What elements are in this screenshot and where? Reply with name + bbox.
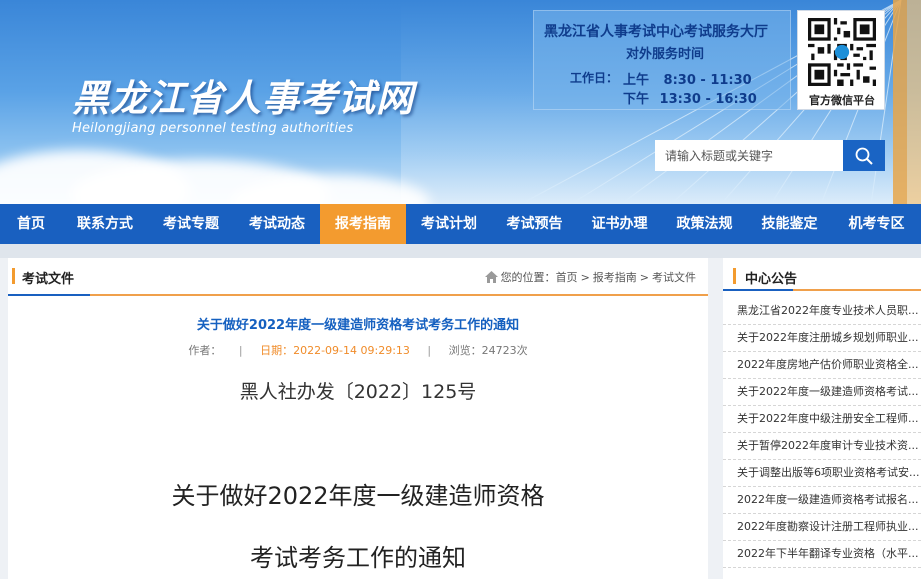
- nav-item[interactable]: 政策法规: [662, 204, 747, 244]
- morning-time: 8:30 - 11:30: [663, 73, 752, 88]
- article-heading-line1: 关于做好2022年度一级建造师资格: [171, 482, 545, 510]
- morning-hours: 上午 8:30 - 11:30: [623, 69, 752, 88]
- notice-item[interactable]: 关于暂停2022年度审计专业技术资...: [723, 433, 921, 460]
- header-blue-underline: [723, 289, 793, 291]
- site-header: 黑龙江省人事考试网 Heilongjiang personnel testing…: [0, 0, 921, 204]
- search-input[interactable]: [655, 140, 843, 171]
- notice-item[interactable]: 2022年度房地产估价师职业资格全...: [723, 352, 921, 379]
- notice-panel: 中心公告 黑龙江省2022年度专业技术人员职... 关于2022年度注册城乡规划师…: [723, 258, 921, 579]
- header-accent-bar: [733, 268, 736, 284]
- breadcrumb-level2[interactable]: 考试文件: [652, 269, 696, 285]
- notice-item[interactable]: 黑龙江省2022年度专业技术人员职...: [723, 298, 921, 325]
- search-icon: [855, 147, 873, 165]
- afternoon-hours: 下午 13:30 - 16:30: [623, 88, 757, 107]
- breadcrumb-separator: >: [639, 270, 649, 284]
- nav-item[interactable]: 首页: [0, 204, 62, 244]
- article-title: 关于做好2022年度一级建造师资格考试考务工作的通知: [196, 318, 520, 333]
- site-subtitle: Heilongjiang personnel testing authoriti…: [72, 121, 354, 136]
- service-subtitle: 对外服务时间: [626, 47, 705, 62]
- article-heading-line2: 考试考务工作的通知: [250, 544, 466, 572]
- morning-label: 上午: [623, 73, 650, 88]
- article-panel-header: 考试文件 您的位置： 首页 > 报考指南 > 考试文件: [8, 258, 708, 296]
- author-label: 作者：: [188, 344, 222, 357]
- main-nav: 首页 联系方式 考试专题 考试动态 报考指南 考试计划 考试预告 证书办理 政策法规 技能鉴定 机考…: [0, 204, 921, 244]
- search-bar: [655, 140, 885, 171]
- breadcrumb: 您的位置： 首页 > 报考指南 > 考试文件: [484, 269, 696, 285]
- notice-item[interactable]: 关于2022年度一级建造师资格考试...: [723, 379, 921, 406]
- nav-item[interactable]: 证书办理: [577, 204, 662, 244]
- article-meta: 作者： | 日期：2022-09-14 09:29:13 | 浏览：24723次: [8, 342, 708, 358]
- notice-panel-header: 中心公告: [723, 258, 921, 291]
- nav-item[interactable]: 报考指南: [320, 204, 406, 244]
- home-icon: [484, 271, 498, 283]
- nav-item[interactable]: 考试计划: [406, 204, 492, 244]
- notice-item[interactable]: 2022年度一级建造师资格考试报名...: [723, 487, 921, 514]
- breadcrumb-separator: >: [580, 270, 590, 284]
- qr-code-icon: [808, 18, 876, 86]
- qr-caption: 官方微信平台: [809, 94, 875, 107]
- worktime-label: 工作日：: [570, 71, 619, 85]
- notice-item[interactable]: 关于2022年度中级注册安全工程师...: [723, 406, 921, 433]
- notice-item[interactable]: 关于调整出版等6项职业资格考试安...: [723, 460, 921, 487]
- publish-date: 日期：2022-09-14 09:29:13: [260, 344, 410, 357]
- service-hours-box: 黑龙江省人事考试中心考试服务大厅 对外服务时间 工作日： 上午 8:30 - 1…: [533, 10, 791, 110]
- nav-shadow-strip: [0, 244, 921, 258]
- notice-item[interactable]: 2022年度勘察设计注册工程师执业...: [723, 514, 921, 541]
- nav-item[interactable]: 考试专题: [148, 204, 234, 244]
- document-number: 黑人社办发〔2022〕125号: [239, 381, 477, 403]
- service-title: 黑龙江省人事考试中心考试服务大厅: [544, 24, 768, 40]
- header-blue-underline: [8, 294, 90, 296]
- afternoon-time: 13:30 - 16:30: [659, 92, 757, 107]
- wechat-qr-box[interactable]: 官方微信平台: [797, 10, 885, 110]
- header-accent-bar: [12, 268, 15, 284]
- breadcrumb-home[interactable]: 首页: [556, 269, 578, 285]
- nav-item[interactable]: 考试预告: [492, 204, 577, 244]
- nav-item[interactable]: 考试动态: [234, 204, 320, 244]
- notice-title: 中心公告: [745, 272, 798, 287]
- nav-item[interactable]: 技能鉴定: [747, 204, 832, 244]
- breadcrumb-level1[interactable]: 报考指南: [593, 269, 637, 285]
- notice-item[interactable]: 2022年下半年翻译专业资格（水平...: [723, 541, 921, 568]
- breadcrumb-prefix: 您的位置：: [500, 271, 556, 284]
- meta-divider: |: [238, 344, 243, 357]
- nav-item[interactable]: 机考专区: [832, 204, 921, 244]
- meta-divider: |: [427, 344, 432, 357]
- search-button[interactable]: [843, 140, 885, 171]
- nav-item[interactable]: 联系方式: [62, 204, 148, 244]
- site-title: 黑龙江省人事考试网: [72, 77, 414, 120]
- notice-item[interactable]: 关于2022年度注册城乡规划师职业...: [723, 325, 921, 352]
- view-count: 浏览：24723次: [448, 344, 528, 357]
- article-panel: 考试文件 您的位置： 首页 > 报考指南 > 考试文件 关于做好2022年度一级…: [8, 258, 708, 579]
- section-title: 考试文件: [22, 272, 75, 287]
- notice-list: 黑龙江省2022年度专业技术人员职... 关于2022年度注册城乡规划师职业...…: [723, 298, 921, 568]
- afternoon-label: 下午: [623, 92, 650, 107]
